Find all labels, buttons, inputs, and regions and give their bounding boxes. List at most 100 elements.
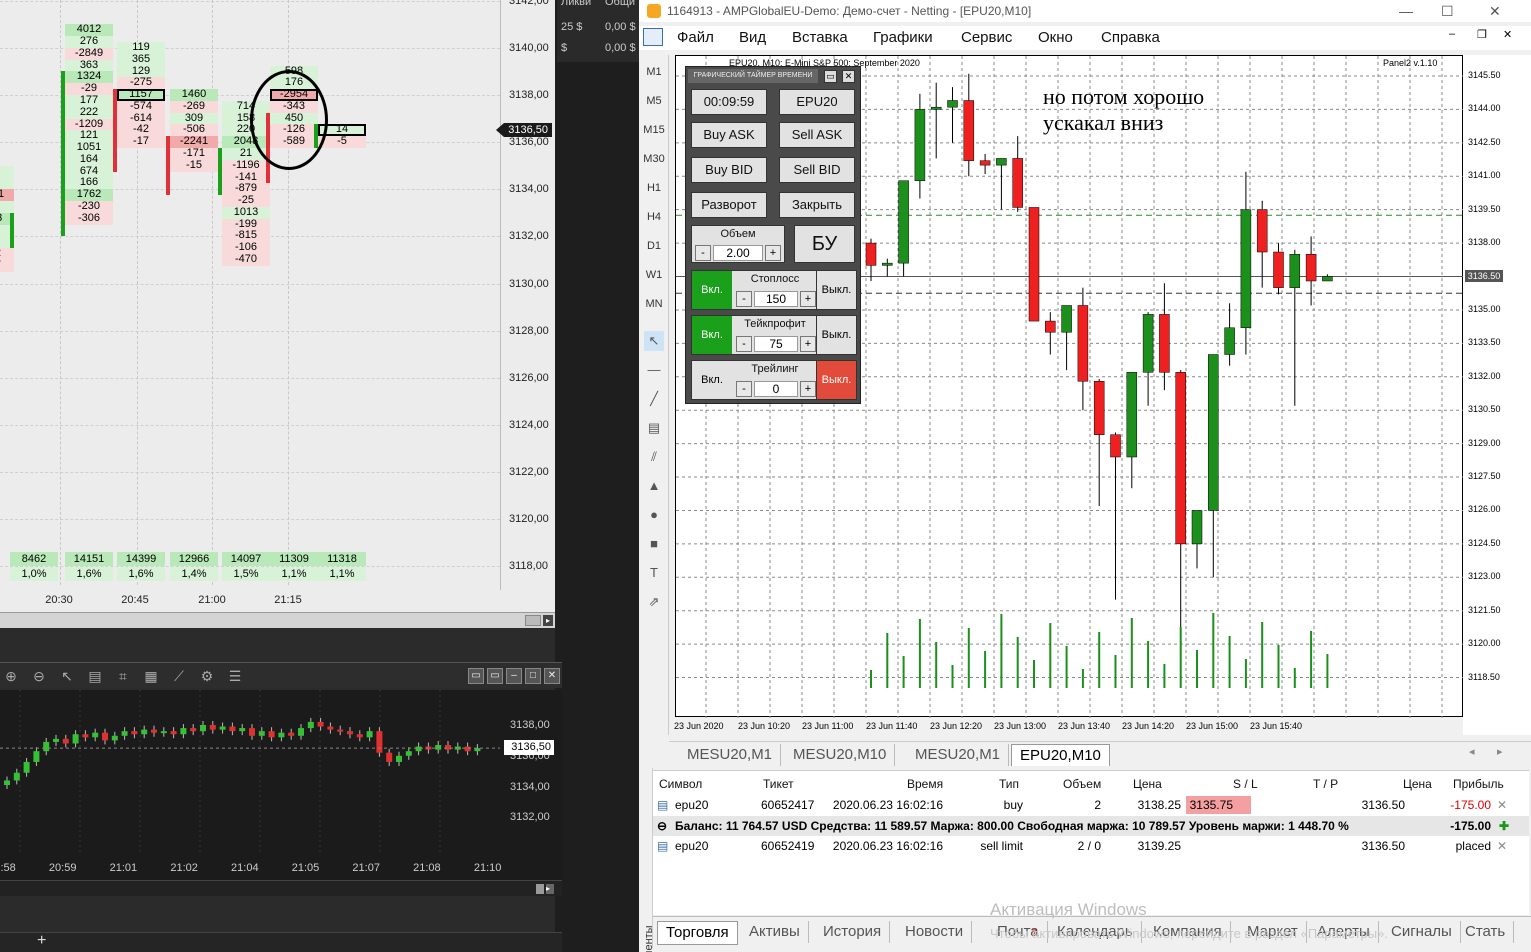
cluster-icon[interactable]: ▦ (142, 667, 160, 685)
tabs-right-icon[interactable]: ▸ (1497, 745, 1503, 758)
takeprofit-minus-button[interactable]: - (736, 336, 752, 352)
scroll-right-icon[interactable]: ▸ (546, 884, 554, 894)
toolbox-tab-6[interactable]: Компания (1145, 921, 1231, 943)
window-tile-icon[interactable]: ▭ (468, 668, 484, 684)
ellipse-icon[interactable]: ● (644, 505, 664, 525)
reverse-button[interactable]: Разворот (691, 192, 767, 218)
stoploss-input[interactable]: 150 (754, 291, 798, 307)
cursor-icon[interactable]: ↖ (644, 331, 664, 351)
trailing-off-button[interactable]: Выкл. (816, 361, 856, 399)
settings-icon[interactable]: ⚙ (198, 667, 216, 685)
panel-close-icon[interactable]: ✕ (842, 70, 855, 83)
sell-ask-button[interactable]: Sell ASK (779, 122, 855, 148)
toolbox-tab-4[interactable]: Почта (989, 921, 1048, 943)
trailing-input[interactable]: 0 (754, 381, 798, 397)
toolbox-tab-0[interactable]: Торговля (657, 921, 738, 945)
list-icon[interactable]: ☰ (226, 667, 244, 685)
cluster-chart[interactable]: 163573-30311991763109468-232-1374012276-… (0, 0, 555, 612)
collapse-icon[interactable]: ⊖ (657, 819, 667, 833)
toolbox-tab-10[interactable]: Стать (1457, 921, 1515, 943)
minimize-icon[interactable]: — (1399, 0, 1413, 22)
timeframe-mn[interactable]: MN (639, 293, 669, 315)
table-header-7[interactable]: T / P (1313, 777, 1338, 791)
volume-plus-button[interactable]: + (765, 245, 781, 261)
add-tab-icon[interactable]: + (37, 932, 46, 950)
cursor-icon[interactable]: ↖ (58, 667, 76, 685)
maximize-icon[interactable]: ☐ (1441, 0, 1454, 22)
menu-item-4[interactable]: Сервис (961, 29, 1012, 46)
buy-bid-button[interactable]: Buy BID (691, 157, 767, 183)
chart-tab-1[interactable]: MESU20,M10 (785, 744, 896, 766)
timeframe-m15[interactable]: M15 (639, 119, 669, 141)
triangle-icon[interactable]: ▲ (644, 476, 664, 496)
table-header-0[interactable]: Символ (659, 777, 702, 791)
timeframe-d1[interactable]: D1 (639, 235, 669, 257)
toolbox-tab-8[interactable]: Алерты (1309, 921, 1379, 943)
toolbox-tab-3[interactable]: Новости (897, 921, 973, 943)
close-position-button[interactable]: Закрыть (779, 192, 855, 218)
timeframe-m5[interactable]: M5 (639, 90, 669, 112)
template-icon[interactable]: ▤ (86, 667, 104, 685)
maximize-icon[interactable]: □ (525, 668, 541, 684)
scroll-right-icon[interactable]: ▸ (543, 615, 553, 626)
hline-icon[interactable]: — (644, 360, 664, 380)
zoom-out-icon[interactable]: ⊖ (30, 667, 48, 685)
table-header-3[interactable]: Тип (999, 777, 1019, 791)
timeframe-m30[interactable]: M30 (639, 148, 669, 170)
takeprofit-off-button[interactable]: Выкл. (816, 316, 856, 354)
toolbox-tab-5[interactable]: Календарь (1049, 921, 1142, 943)
trailing-on-button[interactable]: Вкл. (692, 361, 732, 399)
table-header-5[interactable]: Цена (1133, 777, 1162, 791)
takeprofit-input[interactable]: 75 (754, 336, 798, 352)
toolbox-tab-9[interactable]: Сигналы (1383, 921, 1461, 943)
window-tile2-icon[interactable]: ▭ (487, 668, 503, 684)
menu-item-2[interactable]: Вставка (792, 29, 848, 46)
trendline-icon[interactable]: ╱ (644, 389, 664, 409)
volume-minus-button[interactable]: - (695, 245, 711, 261)
chart-window-icon[interactable] (643, 28, 663, 46)
mdi-restore-icon[interactable]: ❐ (1477, 28, 1487, 41)
row-close-icon[interactable]: ✕ (1497, 839, 1507, 853)
menu-item-5[interactable]: Окно (1038, 29, 1073, 46)
volume-input[interactable]: 2.00 (713, 245, 763, 261)
toolbox-tab-2[interactable]: История (815, 921, 891, 943)
row-close-icon[interactable]: ✕ (1497, 798, 1507, 812)
table-header-6[interactable]: S / L (1233, 777, 1258, 791)
order-row[interactable]: ▤ epu20 60652419 2020.06.23 16:02:16 sell li… (653, 836, 1529, 856)
menu-item-6[interactable]: Справка (1101, 29, 1160, 46)
table-header-4[interactable]: Объем (1063, 777, 1101, 791)
chart-price-scale[interactable]: 3145.50 3144.00 3142.50 3141.00 3139.50 3138.… (1463, 55, 1531, 735)
breakeven-button[interactable]: БУ (794, 225, 855, 263)
chart-tab-0[interactable]: MESU20,M1 (679, 744, 782, 766)
draw-icon[interactable]: ⟋ (170, 667, 188, 685)
buy-ask-button[interactable]: Buy ASK (691, 122, 767, 148)
text-icon[interactable]: T (644, 563, 664, 583)
mdi-minimize-icon[interactable]: – (1449, 28, 1455, 40)
timeframe-w1[interactable]: W1 (639, 264, 669, 286)
stoploss-minus-button[interactable]: - (736, 291, 752, 307)
timeframe-h4[interactable]: H4 (639, 206, 669, 228)
timeframe-h1[interactable]: H1 (639, 177, 669, 199)
minimize-icon[interactable]: – (506, 668, 522, 684)
mini-candle-chart[interactable]: 3138,003136,003134,003132,00 20:5820:592… (0, 690, 562, 880)
position-row[interactable]: ▤ epu20 60652417 2020.06.23 16:02:16 buy 2 313… (653, 795, 1529, 815)
fibo-icon[interactable]: ⫽ (644, 447, 664, 467)
toolbox-tab-1[interactable]: Активы (741, 921, 809, 943)
menu-item-1[interactable]: Вид (739, 29, 766, 46)
cluster-scrollbar[interactable]: ▸ (0, 612, 555, 628)
cluster-price-scale[interactable]: 3142,00 3140,00 3138,00 3136,00 3134,00 3132,… (500, 0, 555, 590)
arrows-icon[interactable]: ⇗ (644, 592, 664, 612)
chart-tab-3[interactable]: EPU20,M10 (1011, 744, 1110, 766)
mini-scrollbar[interactable]: ▸ (0, 880, 562, 896)
close-icon[interactable]: ✕ (544, 668, 560, 684)
panel-minimize-icon[interactable]: ▭ (824, 70, 837, 83)
scroll-thumb[interactable] (525, 615, 541, 626)
menu-item-3[interactable]: Графики (873, 29, 933, 46)
toolbox-tab-7[interactable]: Маркет (1239, 921, 1307, 943)
tabs-left-icon[interactable]: ◂ (1469, 745, 1475, 758)
takeprofit-on-button[interactable]: Вкл. (692, 316, 732, 354)
trailing-plus-button[interactable]: + (800, 381, 816, 397)
indicator-icon[interactable]: ⌗ (114, 667, 132, 685)
add-icon[interactable]: ✚ (1499, 819, 1509, 833)
channel-icon[interactable]: ▤ (644, 418, 664, 438)
